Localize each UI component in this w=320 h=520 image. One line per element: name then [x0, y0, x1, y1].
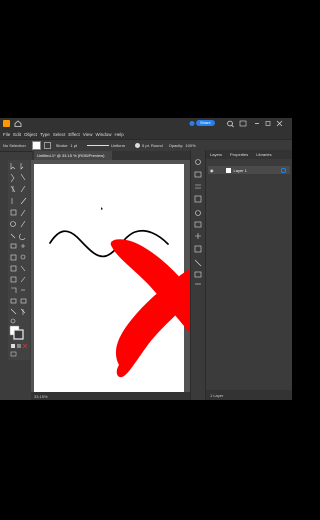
layer-thumbnail	[225, 167, 231, 173]
pencil-tool-icon[interactable]	[20, 220, 26, 228]
magic-wand-icon[interactable]	[10, 173, 15, 183]
share-button[interactable]: Share	[196, 120, 215, 126]
menu-item-view[interactable]: View	[83, 132, 93, 137]
stroke-label: Stroke:	[55, 143, 69, 148]
rotate-tool-icon[interactable]	[19, 233, 26, 240]
blend-tool-icon[interactable]	[11, 287, 17, 293]
tab-layers[interactable]: Layers	[206, 150, 226, 159]
perspective-grid-icon[interactable]	[10, 265, 17, 272]
document-tab-bar: Untitled-1* @ 33.15 % (RGB/Preview)	[32, 151, 204, 160]
paintbrush-tool-icon[interactable]	[20, 209, 26, 217]
lasso-icon[interactable]	[20, 173, 26, 181]
title-bar-graphics	[3, 120, 283, 128]
none-mode-icon[interactable]	[22, 343, 28, 349]
free-transform-icon[interactable]	[10, 254, 17, 261]
transform-panel-icon[interactable]	[195, 233, 201, 239]
layers-panel: Layers Properties Libraries ◉ Layer 1 1 …	[205, 150, 292, 400]
selection-tool-icon[interactable]	[10, 163, 16, 170]
arrange-documents-icon[interactable]	[239, 120, 247, 127]
draw-mode-icon[interactable]	[10, 351, 17, 357]
shaper-tool-icon[interactable]	[10, 221, 16, 227]
hand-tool-icon[interactable]	[20, 308, 26, 315]
color-mode-icon[interactable]	[11, 344, 15, 348]
menu-item-select[interactable]: Select	[53, 132, 66, 137]
stroke-profile-dropdown[interactable]: Uniform	[111, 143, 125, 148]
brush-definition-dropdown[interactable]: 5 pt. Round	[142, 143, 163, 148]
layer-count: 1 Layer	[210, 392, 224, 398]
menu-item-window[interactable]: Window	[95, 132, 111, 137]
collapsed-panels-strip	[190, 150, 205, 400]
close-icon[interactable]	[276, 120, 283, 127]
gradient-mode-icon[interactable]	[17, 344, 21, 348]
opacity-label: Opacity:	[168, 143, 184, 148]
menu-item-help[interactable]: Help	[114, 132, 123, 137]
symbols-panel-icon[interactable]	[194, 271, 202, 278]
appearance-panel-icon[interactable]	[195, 210, 201, 216]
tab-libraries[interactable]: Libraries	[252, 150, 275, 159]
color-panel-icon[interactable]	[195, 159, 201, 165]
artboard[interactable]	[34, 164, 184, 392]
zoom-tool-icon[interactable]	[10, 318, 16, 324]
width-tool-icon[interactable]	[21, 244, 25, 248]
stroke-swatch[interactable]	[43, 142, 51, 149]
graph-tool-icon[interactable]	[10, 298, 17, 304]
rectangle-tool-icon[interactable]	[10, 209, 17, 216]
panel-footer: 1 Layer	[206, 390, 292, 400]
user-avatar[interactable]	[189, 121, 195, 126]
ai-logo-icon	[3, 120, 10, 127]
gradient-tool-icon[interactable]	[10, 276, 17, 283]
menu-item-edit[interactable]: Edit	[13, 132, 21, 137]
stroke-color-swatch[interactable]	[13, 329, 24, 340]
artwork	[49, 207, 169, 258]
graphic-styles-icon[interactable]	[194, 221, 202, 228]
stroke-weight-field[interactable]: 1 pt	[70, 143, 77, 148]
panel-tabs: Layers Properties Libraries	[206, 150, 292, 159]
layer-row[interactable]: ◉ Layer 1	[208, 166, 290, 174]
menu-item-object[interactable]: Object	[24, 132, 37, 137]
document-tab[interactable]: Untitled-1* @ 33.15 % (RGB/Preview)	[34, 151, 112, 160]
mesh-tool-icon[interactable]	[20, 265, 26, 272]
zoom-level-field[interactable]: 33.15%	[34, 394, 48, 399]
scale-tool-icon[interactable]	[10, 243, 17, 249]
menu-item-file[interactable]: File	[3, 132, 10, 137]
shape-builder-icon[interactable]	[20, 254, 26, 260]
pointer-cursor-icon	[101, 207, 103, 210]
selection-status: No Selection	[3, 143, 26, 148]
menu-bar: File Edit Object Type Select Effect View…	[0, 129, 292, 139]
search-icon[interactable]	[227, 120, 233, 127]
title-bar: Share	[0, 118, 292, 129]
opacity-field[interactable]: 100%	[185, 143, 195, 148]
swatches-panel-icon[interactable]	[194, 171, 202, 178]
fill-swatch[interactable]	[31, 141, 41, 150]
tab-properties[interactable]: Properties	[226, 150, 252, 159]
stroke-panel-icon[interactable]	[195, 184, 201, 189]
menu-item-effect[interactable]: Effect	[68, 132, 79, 137]
wave-stroke-path[interactable]	[49, 229, 169, 258]
eye-icon[interactable]: ◉	[210, 168, 214, 173]
tools-panel	[8, 160, 30, 360]
direct-selection-tool-icon[interactable]	[20, 163, 24, 170]
maximize-icon[interactable]	[265, 121, 271, 126]
tools-grid	[9, 163, 28, 357]
gradient-panel-icon[interactable]	[194, 195, 202, 203]
layer-target-icon[interactable]	[280, 167, 286, 173]
eraser-tool-icon[interactable]	[10, 233, 16, 239]
line-tool-icon[interactable]	[20, 197, 27, 205]
layer-name[interactable]: Layer 1	[234, 168, 247, 173]
pen-tool-icon[interactable]	[10, 185, 16, 193]
pathfinder-panel-icon[interactable]	[194, 259, 202, 267]
curvature-tool-icon[interactable]	[20, 185, 26, 193]
brush-dot-icon	[135, 143, 141, 148]
status-bar: 33.15%	[31, 392, 206, 400]
illustrator-window: Share File Edit Object Type Select Effec…	[0, 118, 292, 400]
align-panel-icon[interactable]	[194, 245, 202, 253]
menu-item-type[interactable]: Type	[40, 132, 50, 137]
artboard-tool-icon[interactable]	[20, 298, 27, 304]
eyedropper-icon[interactable]	[20, 276, 26, 283]
home-icon[interactable]	[14, 120, 22, 127]
panel-icons	[194, 159, 202, 285]
variable-width-line	[87, 145, 110, 146]
slice-tool-icon[interactable]	[10, 308, 17, 315]
